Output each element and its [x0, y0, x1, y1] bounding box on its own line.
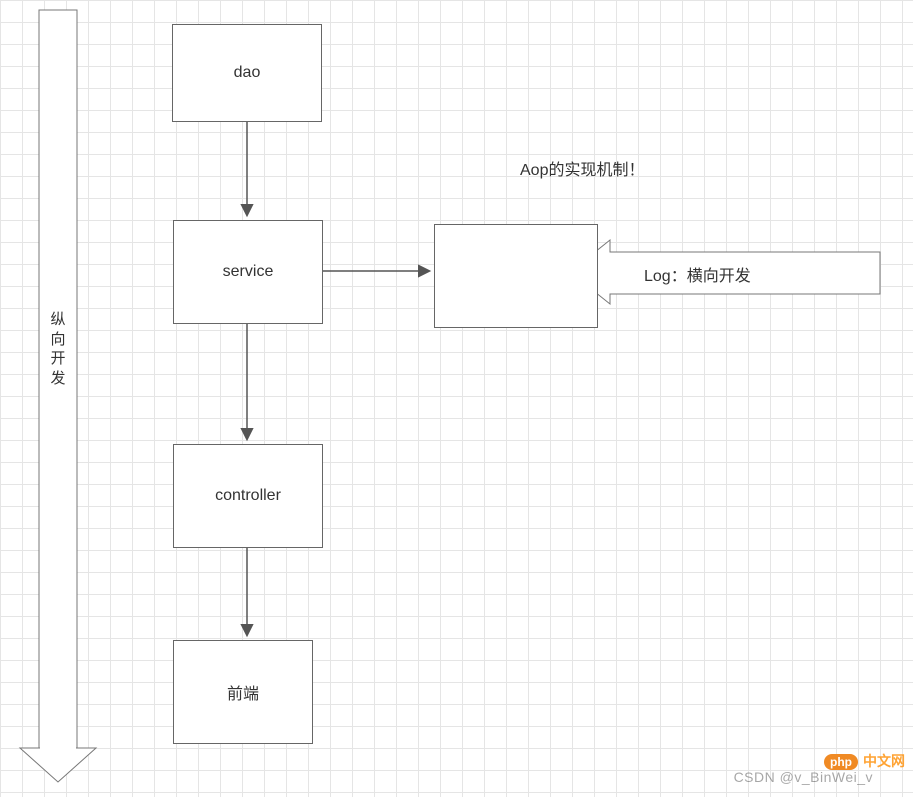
horizontal-dev-label: Log：横向开发 — [644, 262, 751, 286]
vertical-dev-text: 纵向开发 — [50, 311, 65, 387]
node-frontend: 前端 — [173, 640, 313, 744]
annotation-aop: Aop的实现机制！ — [520, 156, 644, 180]
node-dao-label: dao — [234, 64, 261, 82]
node-service-label: service — [223, 263, 274, 281]
node-frontend-label: 前端 — [227, 680, 259, 704]
vertical-dev-arrow — [20, 10, 96, 782]
arrows-layer — [0, 0, 913, 797]
diagram-canvas: 纵向开发 Aop的实现机制！ Log：横向开发 dao service cont… — [0, 0, 913, 797]
vertical-dev-label: 纵向开发 — [48, 310, 68, 388]
node-dao: dao — [172, 24, 322, 122]
horizontal-dev-text: Log：横向开发 — [644, 268, 751, 285]
php-cn-label: 中文网 — [863, 751, 905, 771]
php-badge: php — [824, 754, 858, 770]
node-service: service — [173, 220, 323, 324]
node-controller: controller — [173, 444, 323, 548]
annotation-text: Aop的实现机制！ — [520, 162, 644, 179]
node-blank — [434, 224, 598, 328]
node-controller-label: controller — [215, 487, 281, 505]
csdn-watermark: CSDN @v_BinWei_v — [734, 769, 873, 785]
